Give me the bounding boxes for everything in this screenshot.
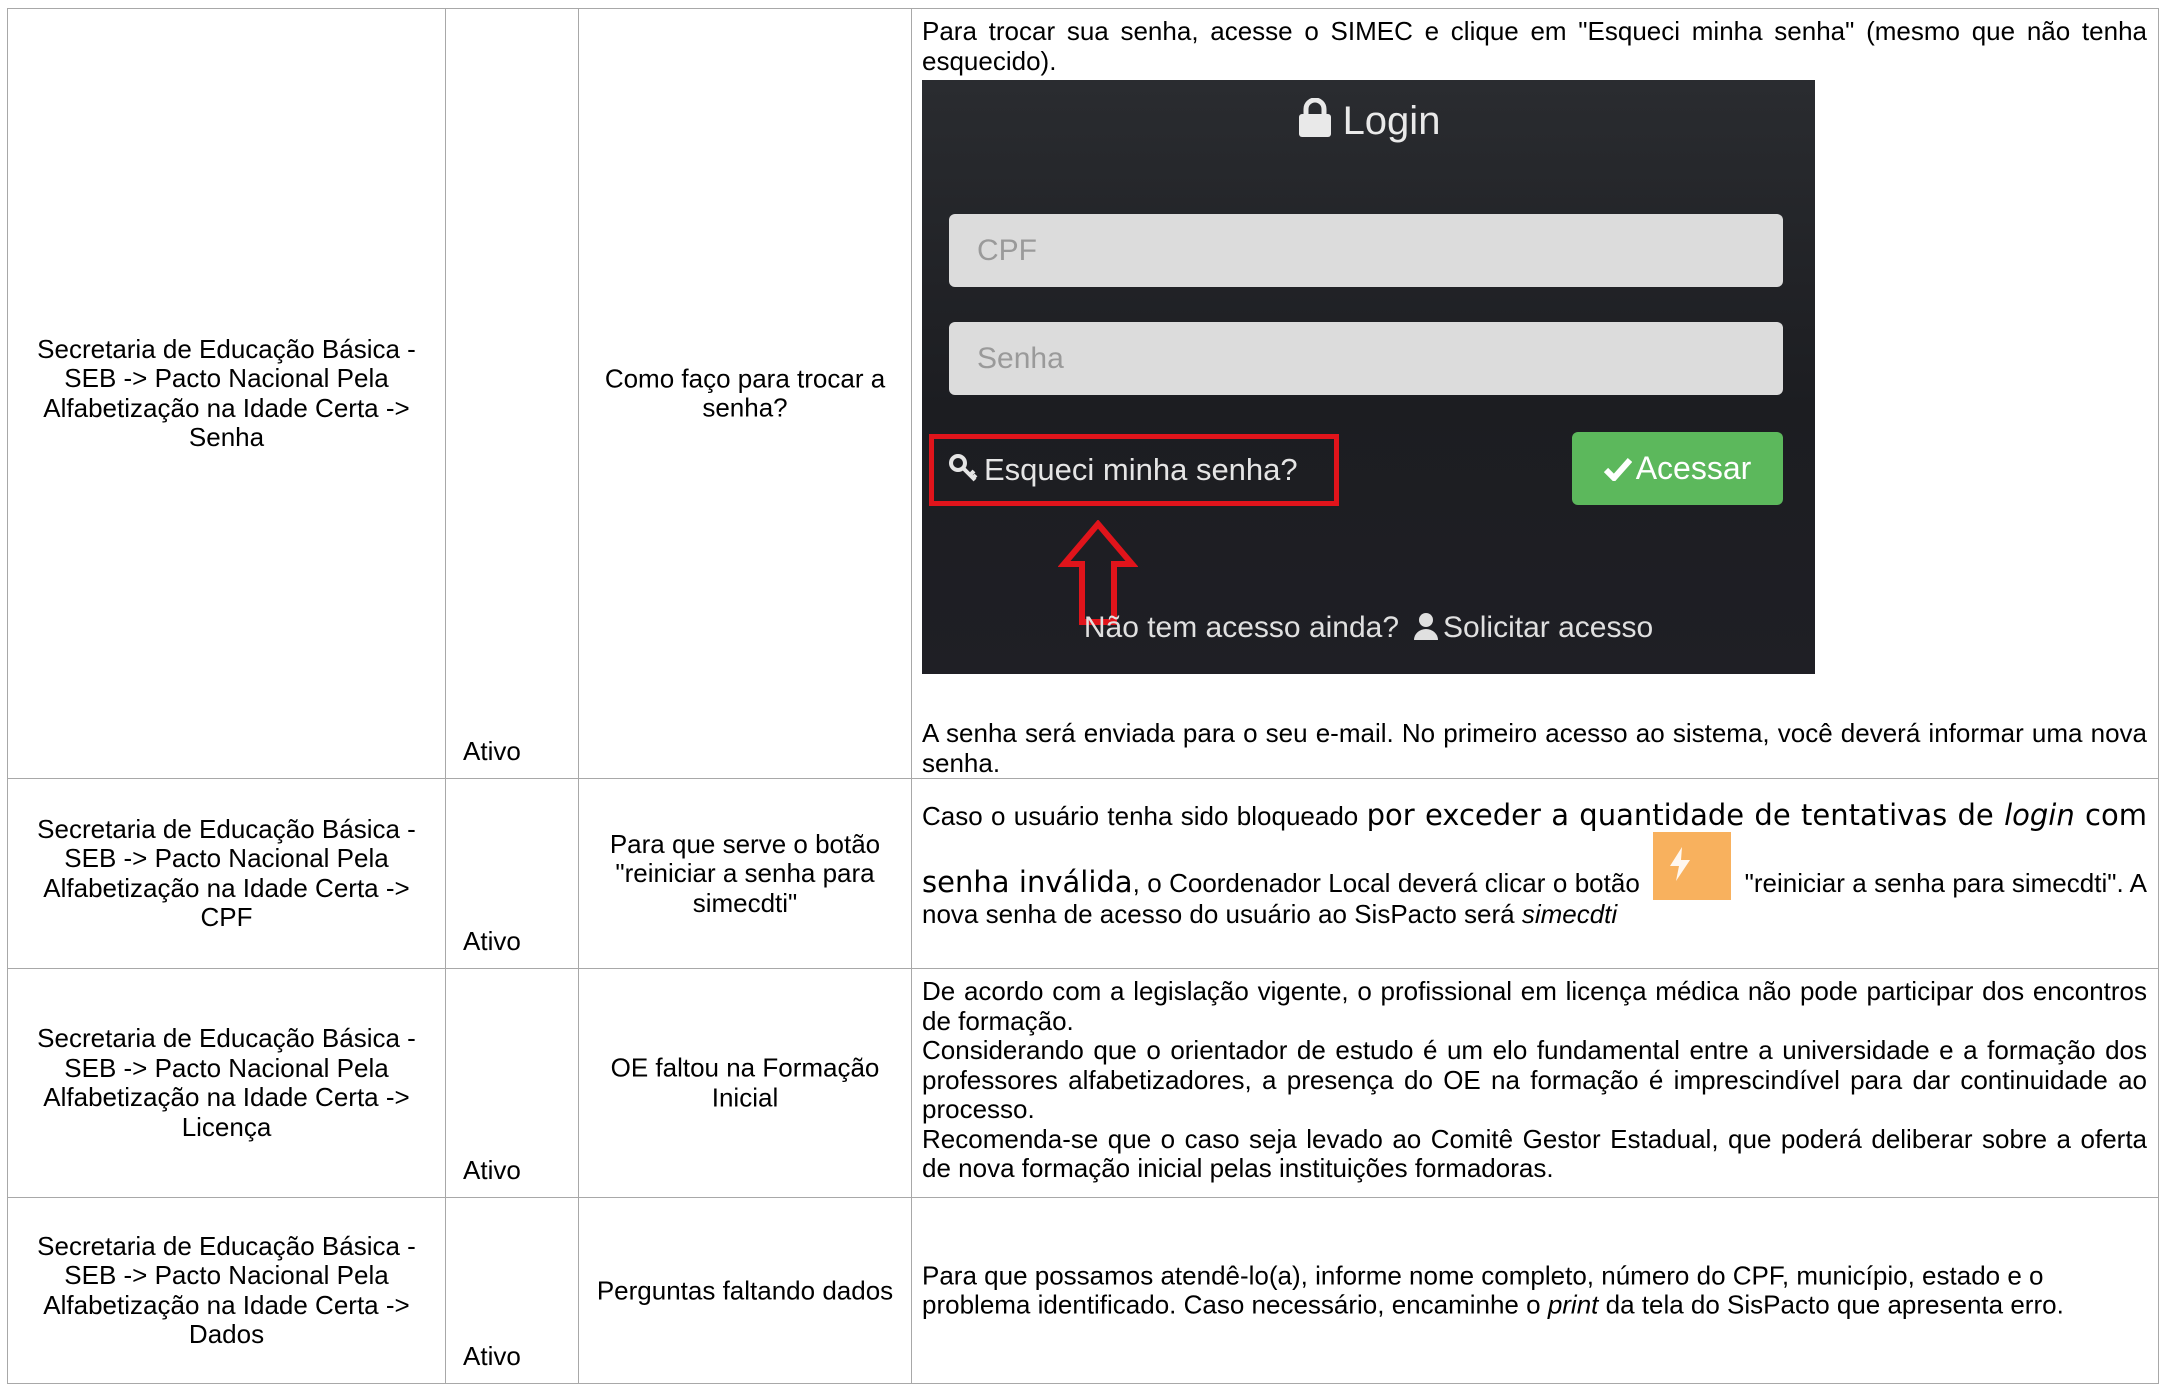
answer-cell: Para que possamos atendê-lo(a), informe … — [911, 1197, 2159, 1384]
table-row: Secretaria de Educação Básica - SEB -> P… — [7, 8, 2159, 779]
acessar-label: Acessar — [1635, 450, 1752, 486]
key-icon — [948, 442, 978, 504]
category-cell: Secretaria de Educação Básica - SEB -> P… — [7, 8, 446, 779]
table-row: Secretaria de Educação Básica - SEB -> P… — [7, 1197, 2159, 1384]
question-text: OE faltou na Formação Inicial — [610, 1052, 880, 1112]
question-cell: OE faltou na Formação Inicial — [578, 968, 912, 1198]
forgot-password-link: Esqueci minha senha? — [929, 434, 1339, 506]
category-cell: Secretaria de Educação Básica - SEB -> P… — [7, 968, 446, 1198]
status-cell: Ativo — [445, 1197, 579, 1384]
category-path: Secretaria de Educação Básica - SEB -> P… — [37, 1230, 416, 1349]
status-text: Ativo — [463, 736, 521, 766]
answer-cell: De acordo com a legislação vigente, o pr… — [911, 968, 2159, 1198]
no-access-label: Não tem acesso ainda? — [1083, 611, 1400, 644]
answer-text-large: por exceder a quantidade de tentativas d… — [1366, 798, 2005, 832]
request-access-label: Solicitar acesso — [1443, 611, 1654, 644]
category-cell: Secretaria de Educação Básica - SEB -> P… — [7, 778, 446, 969]
answer-cell: Para trocar sua senha, acesse o SIMEC e … — [911, 8, 2159, 779]
answer-intro: Para trocar sua senha, acesse o SIMEC e … — [922, 16, 2147, 76]
answer-block: Caso o usuário tenha sido bloqueado por … — [912, 779, 2158, 929]
category-path: Secretaria de Educação Básica - SEB -> P… — [37, 333, 416, 452]
question-text: Para que serve o botão "reiniciar a senh… — [609, 828, 881, 918]
answer-text: da tela do SisPacto que apresenta erro. — [1598, 1289, 2064, 1320]
question-cell: Perguntas faltando dados — [578, 1197, 912, 1384]
answer-login-italic: login — [2004, 798, 2075, 832]
bolt-icon — [1670, 846, 1691, 881]
answer-line: De acordo com a legislação vigente, o pr… — [922, 976, 2147, 1036]
senha-input: Senha — [949, 322, 1783, 395]
question-text: Como faço para trocar a senha? — [604, 363, 886, 423]
table-row: Secretaria de Educação Básica - SEB -> P… — [7, 968, 2159, 1198]
table-row: Secretaria de Educação Básica - SEB -> P… — [7, 778, 2159, 969]
answer-block: Para trocar sua senha, acesse o SIMEC e … — [912, 9, 2158, 778]
answer-print-italic: print — [1547, 1289, 1599, 1320]
category-path: Secretaria de Educação Básica - SEB -> P… — [37, 813, 416, 932]
status-cell: Ativo — [445, 968, 579, 1198]
answer-password-italic: simecdti — [1521, 898, 1618, 929]
status-cell: Ativo — [445, 778, 579, 969]
login-title: Login — [922, 94, 1815, 152]
lock-icon — [1297, 97, 1333, 152]
acessar-button: Acessar — [1572, 432, 1783, 505]
answer-cell: Caso o usuário tenha sido bloqueado por … — [911, 778, 2159, 969]
user-icon — [1413, 611, 1439, 651]
answer-line: Considerando que o orientador de estudo … — [922, 1035, 2147, 1124]
answer-text: Caso o usuário tenha sido bloqueado — [922, 801, 1367, 831]
answer-block: De acordo com a legislação vigente, o pr… — [912, 969, 2158, 1184]
login-title-text: Login — [1342, 99, 1441, 143]
faq-table: Secretaria de Educação Básica - SEB -> P… — [7, 8, 2159, 1384]
login-screenshot: Login CPF Senha Esqueci minha senha? Ace… — [922, 80, 1815, 674]
status-text: Ativo — [463, 926, 521, 956]
answer-line: Recomenda-se que o caso seja levado ao C… — [922, 1123, 2147, 1183]
answer-text: , o Coordenador Local deverá clicar o bo… — [1132, 867, 1648, 898]
category-path: Secretaria de Educação Básica - SEB -> P… — [37, 1023, 416, 1142]
answer-block: Para que possamos atendê-lo(a), informe … — [912, 1260, 2158, 1320]
question-text: Perguntas faltando dados — [596, 1274, 894, 1305]
check-icon — [1603, 458, 1632, 483]
cpf-input: CPF — [949, 214, 1783, 287]
category-cell: Secretaria de Educação Básica - SEB -> P… — [7, 1197, 446, 1384]
status-text: Ativo — [463, 1341, 521, 1371]
reset-password-button-image — [1653, 831, 1732, 900]
status-text: Ativo — [463, 1155, 521, 1185]
status-cell: Ativo — [445, 8, 579, 779]
no-access-line: Não tem acesso ainda? Solicitar acesso — [922, 608, 1815, 651]
forgot-password-label: Esqueci minha senha? — [984, 452, 1298, 487]
question-cell: Como faço para trocar a senha? — [578, 8, 912, 779]
question-cell: Para que serve o botão "reiniciar a senh… — [578, 778, 912, 969]
answer-outro: A senha será enviada para o seu e-mail. … — [922, 718, 2147, 778]
